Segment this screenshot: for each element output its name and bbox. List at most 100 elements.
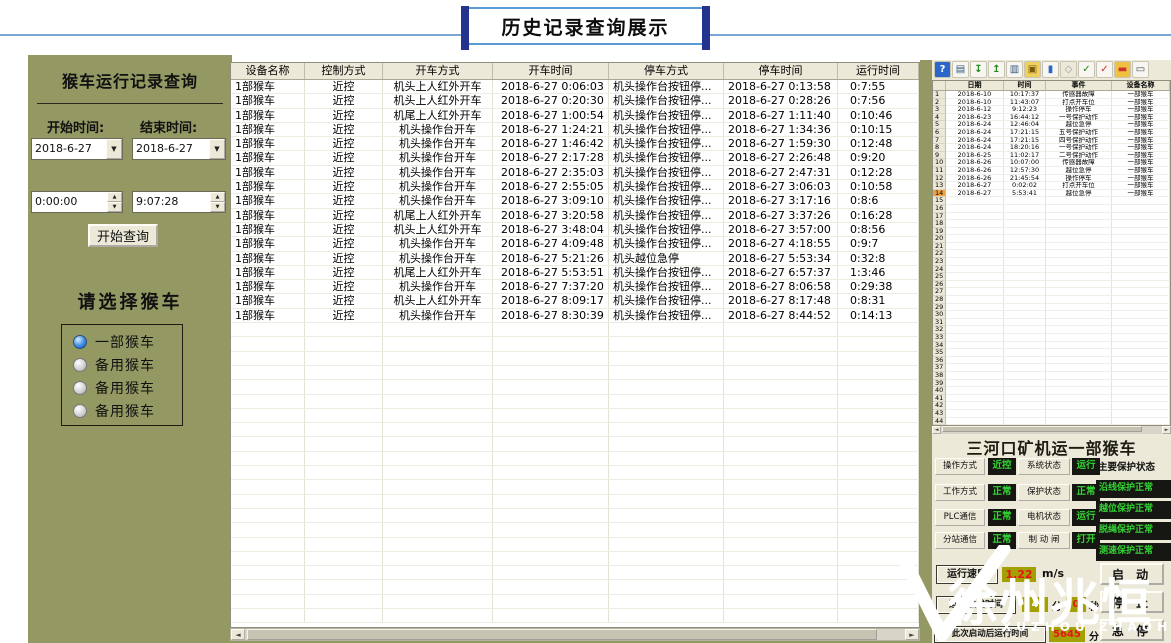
table-row[interactable]: 1部猴车近控机头操作台开车2018-6-27 2:55:05机头操作台按钮停..… [231,180,919,194]
events-column-header-3[interactable]: 时间 [1004,81,1046,90]
spin-up-icon[interactable]: ▲ [107,192,122,202]
table-row[interactable]: 1部猴车近控机头上人红外开车2018-6-27 0:20:30机头操作台按钮停.… [231,94,919,108]
event-row[interactable]: 25 [933,273,1170,281]
table-row[interactable] [231,452,919,466]
event-row[interactable]: 142018-6-275:53:41越位急停一部猴车 [933,190,1170,198]
radio-option-car-4[interactable]: 备用猴车 [73,399,182,422]
event-row[interactable]: 132018-6-270:02:02打点开车位一部猴车 [933,182,1170,190]
end-date-picker[interactable]: 2018-6-27 ▼ [132,138,226,160]
event-row[interactable]: 22018-6-1011:43:07打点开车位一部猴车 [933,99,1170,107]
table-row[interactable] [231,480,919,494]
table-row[interactable]: 1部猴车近控机头操作台开车2018-6-27 7:37:20机头操作台按钮停..… [231,280,919,294]
event-row[interactable]: 29 [933,304,1170,312]
import-icon[interactable]: ↧ [970,61,987,78]
event-row[interactable]: 19 [933,228,1170,236]
stop-button[interactable]: 停 止 [1100,591,1164,613]
table-row[interactable]: 1部猴车近控机头操作台开车2018-6-27 2:35:03机头操作台按钮停..… [231,166,919,180]
event-row[interactable]: 22 [933,250,1170,258]
export-icon[interactable]: ↥ [988,61,1005,78]
table-row[interactable] [231,538,919,552]
table-row[interactable]: 1部猴车近控机头操作台开车2018-6-27 4:09:48机头操作台按钮停..… [231,237,919,251]
scroll-left-icon[interactable]: ◄ [932,426,941,434]
help-icon[interactable]: ? [934,61,951,78]
event-row[interactable]: 43 [933,410,1170,418]
table-row[interactable] [231,366,919,380]
event-row[interactable]: 122018-6-2621:45:54操作停车一部猴车 [933,175,1170,183]
table-row[interactable] [231,337,919,351]
scroll-right-icon[interactable]: ► [905,629,919,640]
end-time-spinner[interactable]: 9:07:28 ▲ ▼ [132,191,226,213]
start-date-picker[interactable]: 2018-6-27 ▼ [31,138,123,160]
event-row[interactable]: 42 [933,402,1170,410]
start-query-button[interactable]: 开始查询 [88,224,158,247]
table-row[interactable] [231,395,919,409]
event-row[interactable]: 15 [933,197,1170,205]
event-row[interactable]: 41 [933,395,1170,403]
event-row[interactable]: 62018-6-2417:21:15五号保护动作一部猴车 [933,129,1170,137]
start-time-spinner[interactable]: 0:00:00 ▲ ▼ [31,191,123,213]
event-row[interactable]: 37 [933,364,1170,372]
event-row[interactable]: 35 [933,349,1170,357]
event-row[interactable]: 102018-6-2610:07:00传感器故障一部猴车 [933,159,1170,167]
radio-option-car-3[interactable]: 备用猴车 [73,376,182,399]
radio-icon[interactable] [73,381,87,395]
event-row[interactable]: 52018-6-2412:46:04越位急停一部猴车 [933,121,1170,129]
table-row[interactable]: 1部猴车近控机头操作台开车2018-6-27 2:17:28机头操作台按钮停..… [231,151,919,165]
event-row[interactable]: 27 [933,288,1170,296]
spin-down-icon[interactable]: ▼ [107,202,122,212]
events-column-header-1[interactable] [933,81,946,90]
scrollbar-thumb[interactable] [942,426,1142,432]
table-horizontal-scrollbar[interactable]: ◄ ► [230,628,920,641]
events-column-header-4[interactable]: 事件 [1046,81,1112,90]
event-row[interactable]: 16 [933,205,1170,213]
table-row[interactable]: 1部猴车近控机头操作台开车2018-6-27 3:09:10机头操作台按钮停..… [231,194,919,208]
event-row[interactable]: 18 [933,220,1170,228]
event-row[interactable]: 26 [933,281,1170,289]
table-row[interactable] [231,437,919,451]
event-row[interactable]: 32018-6-129:12:23操作停车一部猴车 [933,106,1170,114]
table-row[interactable]: 1部猴车近控机头操作台开车2018-6-27 8:30:39机头操作台按钮停..… [231,309,919,323]
event-row[interactable]: 82018-6-2418:20:16一号保护动作一部猴车 [933,144,1170,152]
event-row[interactable]: 23 [933,258,1170,266]
table-row[interactable]: 1部猴车近控机头上人红外开车2018-6-27 0:06:03机头操作台按钮停.… [231,80,919,94]
column-header-2[interactable]: 控制方式 [305,63,383,79]
table-row[interactable]: 1部猴车近控机尾上人红外开车2018-6-27 1:00:54机头操作台按钮停.… [231,109,919,123]
event-row[interactable]: 30 [933,311,1170,319]
event-row[interactable]: 32 [933,326,1170,334]
event-row[interactable]: 44 [933,418,1170,426]
eraser-icon[interactable]: ▬ [1114,61,1131,78]
table-row[interactable] [231,552,919,566]
table-row[interactable]: 1部猴车近控机头操作台开车2018-6-27 1:24:21机头操作台按钮停..… [231,123,919,137]
events-column-header-2[interactable]: 日期 [946,81,1004,90]
event-row[interactable]: 17 [933,213,1170,221]
event-row[interactable]: 24 [933,266,1170,274]
table-row[interactable] [231,423,919,437]
table-row[interactable]: 1部猴车近控机尾上人红外开车2018-6-27 5:53:51机头操作台按钮停.… [231,266,919,280]
events-column-header-5[interactable]: 设备名称 [1112,81,1170,90]
event-row[interactable]: 36 [933,357,1170,365]
report-icon[interactable]: ▤ [952,61,969,78]
table-row[interactable] [231,523,919,537]
table-row[interactable] [231,580,919,594]
event-row[interactable]: 20 [933,235,1170,243]
table-row[interactable]: 1部猴车近控机头上人红外开车2018-6-27 3:48:04机头操作台按钮停.… [231,223,919,237]
table-row[interactable] [231,595,919,609]
table-row[interactable] [231,380,919,394]
table-row[interactable] [231,609,919,623]
table-row[interactable] [231,352,919,366]
table-row[interactable] [231,466,919,480]
radio-icon[interactable] [73,404,87,418]
column-header-4[interactable]: 开车时间 [493,63,609,79]
start-button[interactable]: 启 动 [1100,563,1164,585]
radio-icon[interactable] [73,335,87,349]
event-row[interactable]: 92018-6-2511:02:17二号保护动作一部猴车 [933,152,1170,160]
event-row[interactable]: 39 [933,380,1170,388]
check-import-icon[interactable]: ✓ [1096,61,1113,78]
column-header-5[interactable]: 停车方式 [609,63,724,79]
table-row[interactable]: 1部猴车近控机头上人红外开车2018-6-27 8:09:17机头操作台按钮停.… [231,294,919,308]
event-row[interactable]: 42018-6-2316:44:12一号保护动作一部猴车 [933,114,1170,122]
print-icon[interactable]: ▭ [1132,61,1149,78]
scroll-left-icon[interactable]: ◄ [231,629,245,640]
chevron-down-icon[interactable]: ▼ [106,139,122,159]
event-row[interactable]: 40 [933,387,1170,395]
